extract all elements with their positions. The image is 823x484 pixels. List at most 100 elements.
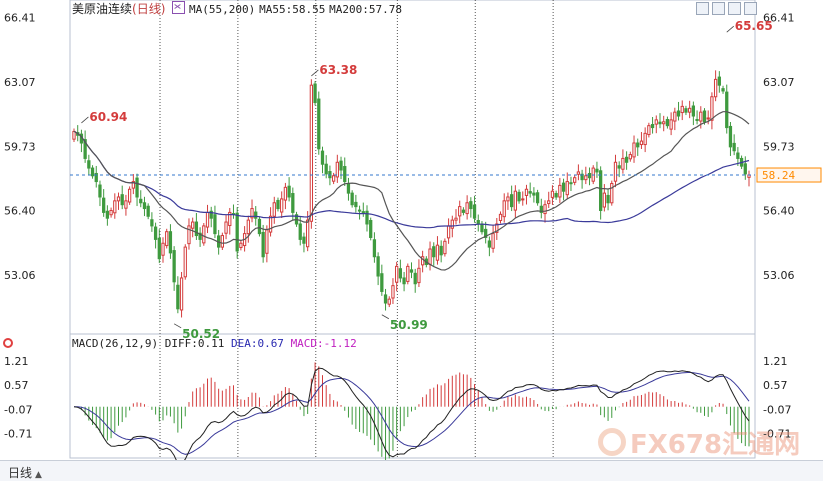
candle-body [116,196,121,202]
ma55-value: MA55:58.55 [259,3,326,16]
candle-body [684,108,688,113]
candle-body [246,219,250,235]
annotation-leader [311,69,319,77]
candle-body [287,185,291,198]
macd-tick-right: -0.07 [763,403,791,416]
candle-body [239,242,243,248]
candle-body [428,248,432,265]
candle-body [372,239,377,258]
candle-body [688,107,692,113]
settings-button[interactable] [728,2,741,15]
candle-body [235,212,239,252]
candle-body [220,235,224,248]
candle-body [439,245,443,256]
candle-body [224,221,228,234]
indicator-sun-icon[interactable] [3,338,13,348]
candle-body [120,194,124,206]
candle-body [395,265,399,283]
candle-body [146,205,150,217]
annotation-leader [381,314,390,320]
zoom-in-button[interactable] [696,2,709,15]
macd-header: MACD(26,12,9) DIFF:0.11 DEA:0.67 MACD:-1… [72,337,357,350]
ma200-value: MA200:57.78 [329,3,403,16]
y-tick-label-right: 63.07 [763,76,795,89]
candle-body [298,223,302,240]
candle-body [691,105,696,117]
candle-body [194,221,199,237]
candle-body [728,125,733,148]
candle-body [717,76,721,86]
candle-body [417,267,421,284]
candle-body [669,119,673,130]
candle-body [680,105,684,114]
candle-body [380,273,384,292]
candle-body [469,201,473,210]
candle-body [213,214,217,235]
macd-tick-left: -0.07 [4,403,32,416]
candle-body [331,175,336,182]
macd-tick-right: 1.21 [763,355,788,368]
candle-body [346,183,351,194]
candle-body [187,225,191,245]
candle-body [639,140,644,146]
candle-body [361,211,365,214]
candle-body [317,98,321,150]
chart-stage: 2019/082019/092019/102019/112019/122020/… [0,0,823,481]
candle-body [610,182,614,204]
candle-body [532,192,536,196]
candle-body [409,269,414,273]
candle-body [558,184,562,198]
price-chart: 2019/082019/092019/102019/112019/122020/… [4,0,822,474]
candle-body [261,231,265,258]
candle-body [350,192,354,206]
candle-body [113,200,117,214]
candle-body [702,110,707,123]
candle-body [161,242,165,256]
candle-body [276,199,280,210]
candle-body [413,272,417,285]
candle-body [491,233,495,249]
candle-body [654,119,658,125]
candle-body [565,181,569,196]
candle-body [521,198,525,201]
candle-body [706,117,710,120]
candle-body [554,193,558,198]
candle-body [191,221,195,229]
candle-body [624,156,629,163]
candle-body [699,111,703,122]
candle-body [673,111,677,122]
y-tick-label-left: 53.06 [4,269,36,282]
candle-body [406,265,410,282]
close-chart-button[interactable] [744,2,757,15]
candle-body [602,192,607,208]
candle-body [732,142,736,152]
candle-body [676,110,681,117]
candle-body [658,121,662,125]
candle-body [550,190,555,198]
candle-body [524,188,529,196]
candle-body [183,246,187,278]
period-label[interactable]: (日线) [132,2,165,16]
candle-body [142,202,147,210]
tab-daily[interactable]: 日线 ▲ [8,464,42,481]
candle-body [617,165,621,169]
candle-body [502,200,506,218]
candle-body [636,142,640,148]
candle-body [398,268,403,279]
candle-body [569,182,573,185]
candle-body [509,194,514,208]
candle-body [139,198,143,204]
candle-body [320,150,325,165]
price-header: 美原油连续(日线) MA(55,200) MA55:58.55 MA200:57… [72,0,402,17]
ma-settings-icon[interactable] [172,1,186,14]
candle-body [383,294,388,304]
candle-body [584,175,588,181]
candle-body [272,202,276,217]
zoom-out-button[interactable] [712,2,725,15]
candle-body [513,190,517,211]
ma200-line [73,130,750,229]
candle-body [647,125,651,136]
candle-body [665,118,670,127]
candle-body [587,172,592,179]
candle-body [595,168,599,173]
